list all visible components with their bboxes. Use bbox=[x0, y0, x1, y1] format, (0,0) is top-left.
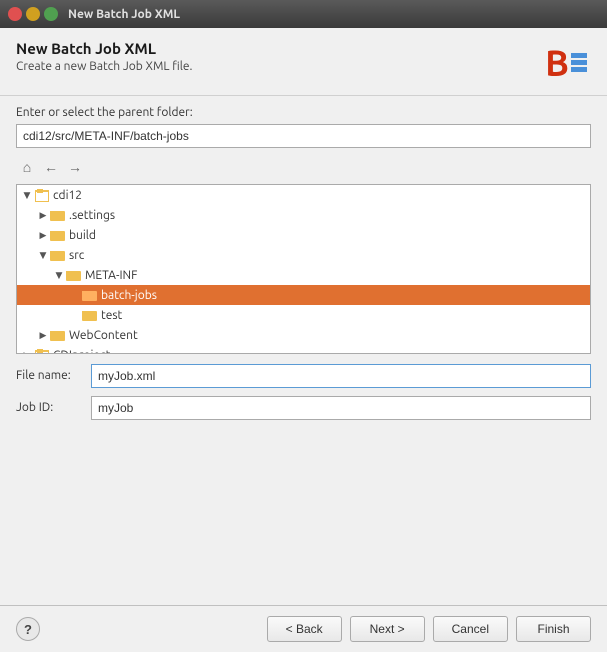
b-letter-icon: B bbox=[545, 45, 569, 81]
folder-icon-meta-inf bbox=[66, 269, 82, 281]
window-title: New Batch Job XML bbox=[68, 8, 180, 21]
tree-label-batch-jobs: batch-jobs bbox=[101, 289, 157, 302]
header-text: New Batch Job XML Create a new Batch Job… bbox=[16, 40, 192, 73]
toggle-meta-inf: ▼ bbox=[53, 269, 65, 281]
home-icon: ⌂ bbox=[23, 159, 31, 175]
project-icon-cdi12 bbox=[34, 188, 50, 202]
tree-label-webcontent: WebContent bbox=[69, 329, 138, 342]
forward-icon: → bbox=[68, 159, 82, 175]
cancel-button[interactable]: Cancel bbox=[433, 616, 508, 642]
tree-label-settings: .settings bbox=[69, 209, 115, 222]
dialog-title: New Batch Job XML bbox=[16, 40, 192, 57]
close-button[interactable] bbox=[8, 7, 22, 21]
job-id-label: Job ID: bbox=[16, 401, 91, 414]
folder-icon-webcontent bbox=[50, 329, 66, 341]
finish-button[interactable]: Finish bbox=[516, 616, 591, 642]
tree-item-batch-jobs[interactable]: batch-jobs bbox=[17, 285, 590, 305]
home-button[interactable]: ⌂ bbox=[16, 156, 38, 178]
stack-icon bbox=[571, 53, 587, 72]
button-bar: ? < Back Next > Cancel Finish bbox=[0, 605, 607, 652]
tree-label-build: build bbox=[69, 229, 96, 242]
batch-job-icon: B bbox=[545, 45, 587, 81]
tree-item-test[interactable]: test bbox=[17, 305, 590, 325]
minimize-button[interactable] bbox=[26, 7, 40, 21]
tree-label-cdi12: cdi12 bbox=[53, 189, 82, 202]
header-section: New Batch Job XML Create a new Batch Job… bbox=[0, 28, 607, 96]
tree-label-meta-inf: META-INF bbox=[85, 269, 137, 282]
folder-tree[interactable]: ▼ cdi12 ▶ .settings ▶ build bbox=[16, 184, 591, 354]
file-name-label: File name: bbox=[16, 369, 91, 382]
toggle-batch-jobs bbox=[69, 289, 81, 301]
help-button[interactable]: ? bbox=[16, 617, 40, 641]
project-icon-cdiproject bbox=[34, 348, 50, 354]
tree-label-cdiproject: CDIproject bbox=[53, 349, 110, 354]
file-name-input[interactable] bbox=[91, 364, 591, 388]
header-icon: B bbox=[541, 40, 591, 85]
toggle-test bbox=[69, 309, 81, 321]
navigation-buttons: < Back Next > Cancel Finish bbox=[267, 616, 591, 642]
folder-input[interactable] bbox=[16, 124, 591, 148]
file-name-row: File name: bbox=[16, 364, 591, 388]
forward-nav-button[interactable]: → bbox=[64, 156, 86, 178]
tree-item-meta-inf[interactable]: ▼ META-INF bbox=[17, 265, 590, 285]
title-bar: New Batch Job XML bbox=[0, 0, 607, 28]
toggle-cdiproject: ▶ bbox=[21, 349, 33, 354]
toggle-cdi12: ▼ bbox=[21, 189, 33, 201]
tree-item-cdi12[interactable]: ▼ cdi12 bbox=[17, 185, 590, 205]
tree-item-cdiproject[interactable]: ▶ CDIproject bbox=[17, 345, 590, 354]
folder-toolbar: ⌂ ← → bbox=[16, 154, 591, 180]
folder-label: Enter or select the parent folder: bbox=[16, 106, 591, 119]
folder-icon-settings bbox=[50, 209, 66, 221]
folder-icon-test bbox=[82, 309, 98, 321]
tree-item-settings[interactable]: ▶ .settings bbox=[17, 205, 590, 225]
folder-icon-build bbox=[50, 229, 66, 241]
next-button[interactable]: Next > bbox=[350, 616, 425, 642]
stack-bar-mid bbox=[571, 60, 587, 65]
tree-label-src: src bbox=[69, 249, 84, 262]
window-controls[interactable] bbox=[8, 7, 58, 21]
maximize-button[interactable] bbox=[44, 7, 58, 21]
back-icon: ← bbox=[44, 159, 58, 175]
form-section: Enter or select the parent folder: ⌂ ← →… bbox=[0, 96, 607, 605]
tree-item-build[interactable]: ▶ build bbox=[17, 225, 590, 245]
spacer bbox=[16, 428, 591, 596]
toggle-settings: ▶ bbox=[37, 209, 49, 221]
toggle-build: ▶ bbox=[37, 229, 49, 241]
dialog-content: New Batch Job XML Create a new Batch Job… bbox=[0, 28, 607, 652]
back-button[interactable]: < Back bbox=[267, 616, 342, 642]
stack-bar-bot bbox=[571, 67, 587, 72]
tree-item-webcontent[interactable]: ▶ WebContent bbox=[17, 325, 590, 345]
folder-icon-src bbox=[50, 249, 66, 261]
stack-bar-top bbox=[571, 53, 587, 58]
back-nav-button[interactable]: ← bbox=[40, 156, 62, 178]
tree-label-test: test bbox=[101, 309, 122, 322]
toggle-webcontent: ▶ bbox=[37, 329, 49, 341]
tree-item-src[interactable]: ▼ src bbox=[17, 245, 590, 265]
folder-icon-batch-jobs bbox=[82, 289, 98, 301]
job-id-row: Job ID: bbox=[16, 396, 591, 420]
job-id-input[interactable] bbox=[91, 396, 591, 420]
dialog-subtitle: Create a new Batch Job XML file. bbox=[16, 60, 192, 73]
toggle-src: ▼ bbox=[37, 249, 49, 261]
